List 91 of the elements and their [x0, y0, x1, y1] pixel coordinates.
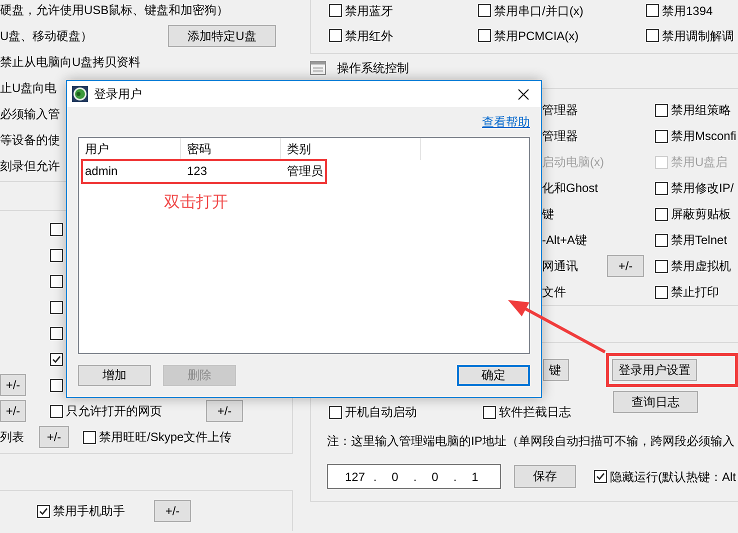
checkbox[interactable]	[50, 378, 63, 392]
checkbox-label: 禁用手机助手	[53, 504, 125, 518]
edit-list-button[interactable]: +/-	[607, 255, 644, 277]
ok-button[interactable]: 确定	[457, 365, 530, 386]
setting-text: 必须输入管	[0, 106, 60, 122]
help-link[interactable]: 查看帮助	[482, 114, 530, 130]
checkbox[interactable]	[655, 234, 668, 246]
edit-list-button[interactable]: +/-	[206, 400, 243, 422]
ip-address-field[interactable]: 127 . 0 . 0 . 1	[327, 464, 501, 489]
checkbox-label: 禁用Telnet	[671, 233, 728, 247]
checkbox[interactable]	[655, 260, 668, 272]
disc-icon	[72, 86, 88, 102]
edit-list-button[interactable]: +/-	[0, 400, 26, 422]
setting-text: 止U盘向电	[0, 80, 57, 96]
checkbox[interactable]	[50, 404, 63, 418]
setting-text: 键	[542, 206, 555, 222]
checkbox[interactable]	[329, 406, 342, 418]
checkbox[interactable]	[594, 470, 607, 483]
setting-text: 刻录但允许	[0, 158, 60, 174]
column-header[interactable]: 类别	[281, 138, 421, 160]
annotation-text: 双击打开	[164, 192, 228, 213]
add-button[interactable]: 增加	[78, 365, 151, 386]
edit-list-button[interactable]: +/-	[154, 500, 191, 522]
section-title: 操作系统控制	[337, 60, 409, 76]
save-button[interactable]: 保存	[514, 465, 576, 488]
checkbox-label: 隐藏运行(默认热键：Alt	[610, 470, 736, 484]
checkbox[interactable]	[646, 4, 659, 17]
checkbox-label: 禁用组策略	[671, 103, 731, 117]
checkbox[interactable]	[655, 208, 668, 220]
checkbox-label: 禁用串口/并口(x)	[494, 4, 584, 18]
dialog-title: 登录用户	[94, 86, 142, 102]
checkbox[interactable]	[37, 504, 50, 518]
note-text: 注：这里输入管理端电脑的IP地址（单网段自动扫描可不输，跨网段必须输入	[327, 433, 736, 449]
close-icon[interactable]	[518, 88, 529, 100]
checkbox[interactable]	[655, 104, 668, 116]
checkbox-label: 禁用蓝牙	[345, 4, 393, 18]
checkbox-label: 禁用PCMCIA(x)	[494, 28, 579, 42]
checkbox[interactable]	[50, 326, 63, 340]
table-cell-text: admin	[84, 164, 119, 178]
checkbox-label: 只允许打开的网页	[66, 404, 162, 418]
setting-text: 禁止从电脑向U盘拷贝资料	[0, 54, 141, 70]
query-log-button[interactable]: 查询日志	[613, 391, 698, 413]
setting-text: 管理器	[542, 102, 579, 118]
edit-list-button[interactable]: +/-	[39, 426, 69, 448]
checkbox-label: 禁止打印	[671, 285, 719, 299]
checkbox[interactable]	[655, 130, 668, 142]
checkbox-label: 禁用Msconfi	[671, 129, 736, 143]
setting-text: 启动电脑(x)	[542, 154, 605, 170]
checkbox-label: 软件拦截日志	[499, 405, 571, 419]
table-cell-text: 123	[186, 164, 208, 178]
setting-text: -Alt+A键	[542, 232, 588, 248]
checkbox[interactable]	[50, 248, 63, 262]
checkbox-label: 屏蔽剪贴板	[671, 207, 731, 221]
checkbox-label: 开机自动启动	[345, 405, 417, 419]
checkbox-label: 禁用旺旺/Skype文件上传	[99, 430, 232, 444]
checkbox-label: 禁用修改IP/	[671, 181, 734, 195]
setting-text: 等设备的使	[0, 132, 60, 148]
checkbox[interactable]	[50, 222, 63, 236]
checkbox[interactable]	[50, 300, 63, 314]
setting-text: 化和Ghost	[542, 180, 600, 196]
checkbox[interactable]	[478, 29, 491, 42]
user-list[interactable]: 用户 密码 类别 admin 123 管理员 双击打开	[78, 137, 530, 354]
checkbox[interactable]	[655, 286, 668, 298]
checkbox-label: 禁用U盘启	[671, 155, 728, 169]
setting-text: 硬盘，允许使用USB鼠标、键盘和加密狗）	[0, 2, 229, 18]
checkbox-label: 禁用虚拟机	[671, 259, 731, 273]
checkbox[interactable]	[329, 4, 342, 17]
checkbox[interactable]	[329, 29, 342, 42]
user-settings-button[interactable]: 登录用户设置	[612, 359, 697, 381]
checkbox-label: 禁用红外	[345, 28, 393, 42]
checkbox-label: 禁用1394	[662, 4, 713, 18]
checkbox[interactable]	[478, 4, 491, 17]
setting-text: 管理器	[542, 128, 579, 144]
setting-text: U盘、移动硬盘）	[0, 28, 94, 44]
table-cell-text: 管理员	[286, 162, 324, 180]
checkbox[interactable]	[646, 29, 659, 42]
column-header[interactable]: 密码	[181, 138, 281, 160]
checkbox-label: 禁用调制解调	[662, 28, 734, 42]
settings-button[interactable]: 键	[543, 359, 569, 381]
column-header[interactable]: 用户	[79, 138, 181, 160]
checkbox[interactable]	[483, 406, 496, 418]
edit-list-button[interactable]: +/-	[0, 374, 26, 396]
setting-text: 列表	[0, 428, 25, 446]
add-drive-button[interactable]: 添加特定U盘	[168, 25, 276, 47]
checkbox[interactable]	[655, 182, 668, 194]
checkbox[interactable]	[50, 274, 63, 288]
setting-text: 文件	[542, 284, 567, 300]
setting-text: 网通讯	[542, 258, 579, 274]
window-icon	[310, 61, 326, 75]
checkbox[interactable]	[50, 352, 63, 366]
checkbox[interactable]	[83, 430, 96, 444]
